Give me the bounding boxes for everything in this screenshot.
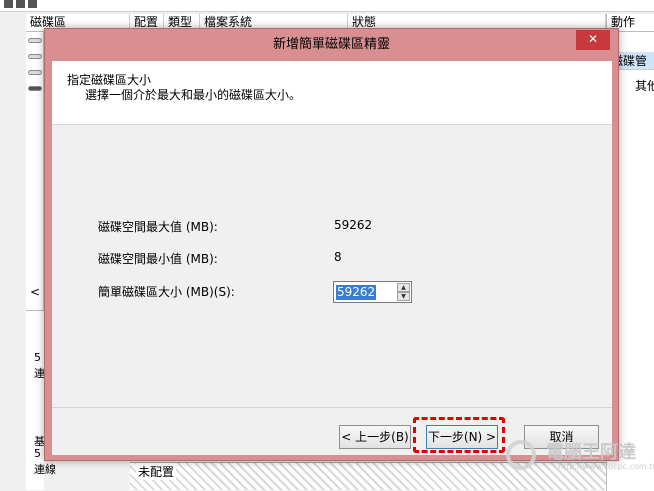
volume-size-label: 簡單磁碟區大小 (MB)(S):	[98, 285, 235, 299]
wizard-step-subtitle: 選擇一個介於最大和最小的磁碟區大小。	[85, 88, 302, 102]
min-space-label: 磁碟空間最小值 (MB):	[98, 252, 218, 266]
footer-divider	[52, 407, 612, 408]
next-button-highlight	[413, 417, 505, 453]
actions-item-more[interactable]: 其他	[635, 77, 654, 94]
toolbar-icon[interactable]	[16, 0, 25, 8]
max-space-value: 59262	[334, 218, 373, 232]
wizard-header: 指定磁碟區大小 選擇一個介於最大和最小的磁碟區大小。	[52, 61, 612, 125]
disk-info-panel: 5 連 基 5 連線	[26, 310, 56, 490]
volume-size-stepper[interactable]: 59262 ▲ ▼	[333, 281, 412, 303]
toolbar	[0, 0, 654, 12]
unallocated-label: 未配置	[136, 463, 177, 480]
dialog-body: 指定磁碟區大小 選擇一個介於最大和最小的磁碟區大小。 磁碟空間最大值 (MB):…	[52, 61, 612, 455]
max-space-label: 磁碟空間最大值 (MB):	[98, 220, 218, 234]
stepper-down-icon[interactable]: ▼	[397, 292, 410, 301]
watermark-url: http://www.kocpc.com.tw	[558, 462, 654, 471]
stepper-up-icon[interactable]: ▲	[397, 283, 410, 292]
min-space-value: 8	[334, 250, 342, 264]
toolbar-icon[interactable]	[28, 0, 37, 8]
scroll-left-arrow[interactable]: <	[26, 282, 44, 302]
close-button[interactable]: ✕	[576, 30, 610, 50]
disk-icon	[28, 86, 42, 91]
disk-info-text: 連線	[34, 463, 56, 476]
disk-icon	[28, 38, 42, 43]
watermark-text: 電腦王阿達	[546, 442, 636, 463]
disk-info-text: 5	[34, 447, 41, 460]
back-button[interactable]: < 上一步(B)	[339, 425, 411, 449]
disk-icon	[28, 70, 42, 75]
dialog-title: 新增簡單磁碟區精靈	[272, 37, 390, 52]
dialog-titlebar[interactable]: 新增簡單磁碟區精靈 ✕	[45, 29, 618, 61]
toolbar-icon[interactable]	[4, 0, 13, 8]
watermark: 電腦王阿達 http://www.kocpc.com.tw	[498, 432, 654, 480]
volume-size-input[interactable]: 59262	[336, 285, 377, 300]
new-simple-volume-wizard: 新增簡單磁碟區精靈 ✕ 指定磁碟區大小 選擇一個介於最大和最小的磁碟區大小。 磁…	[44, 28, 619, 461]
disk-icon	[28, 54, 42, 59]
watermark-logo-icon	[506, 440, 536, 470]
disk-info-text: 5	[34, 351, 41, 364]
